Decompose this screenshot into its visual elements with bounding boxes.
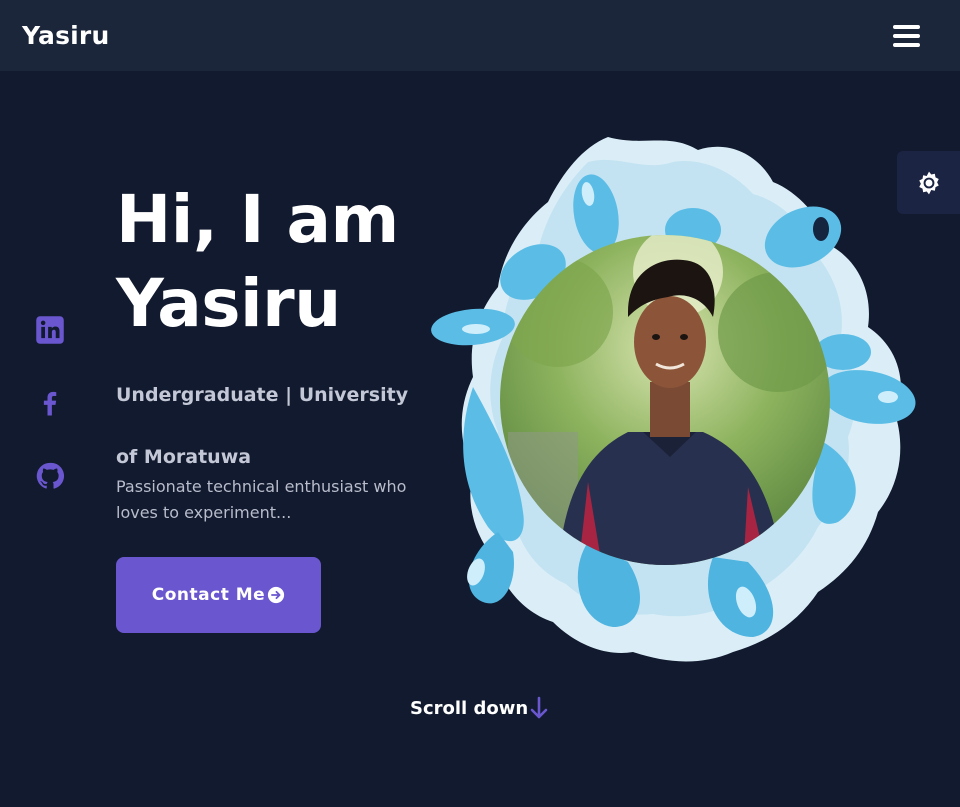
contact-me-label: Contact Me — [151, 585, 266, 605]
hero-title-line1: Hi, I am — [116, 181, 399, 258]
profile-photo-splash — [431, 137, 916, 662]
linkedin-icon — [36, 316, 64, 344]
facebook-link[interactable] — [35, 388, 65, 418]
brand-logo[interactable]: Yasiru — [22, 21, 109, 50]
hero-subtitle: Undergraduate | University of Moratuwa — [116, 384, 409, 468]
hero-title-line2: Yasiru — [116, 265, 341, 342]
navbar: Yasiru — [0, 0, 960, 71]
hero-description: Passionate technical enthusiast who love… — [116, 477, 407, 522]
facebook-icon — [43, 391, 57, 416]
github-link[interactable] — [35, 461, 65, 491]
hamburger-menu-icon[interactable] — [893, 24, 920, 47]
scroll-down-label: Scroll down — [410, 697, 529, 719]
contact-me-button[interactable]: Contact Me — [116, 557, 321, 633]
linkedin-link[interactable] — [35, 315, 65, 345]
hero-title: Hi, I am Yasiru — [116, 178, 399, 346]
social-links — [35, 315, 65, 491]
arrow-right-circle-icon — [268, 586, 285, 604]
arrow-down-icon — [530, 696, 548, 719]
github-icon — [36, 462, 65, 489]
scroll-down-link[interactable]: Scroll down — [410, 696, 549, 720]
